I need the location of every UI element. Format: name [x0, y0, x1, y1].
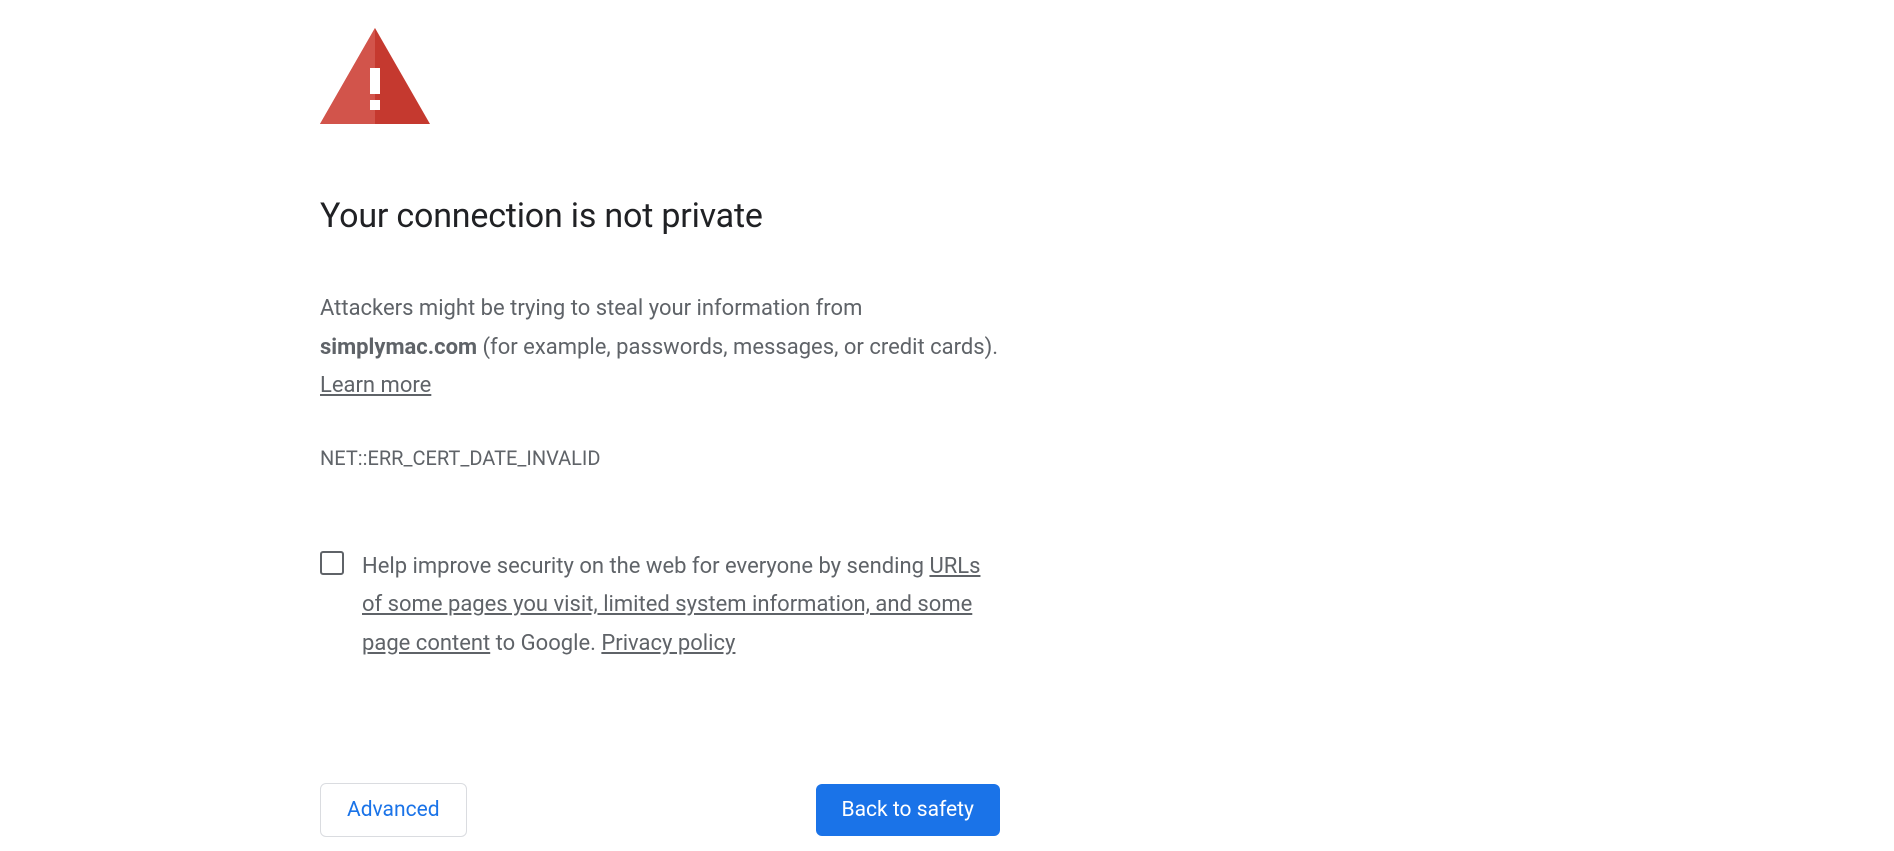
optin-mid: to Google.	[490, 631, 601, 656]
privacy-policy-link[interactable]: Privacy policy	[601, 631, 735, 656]
message-suffix: (for example, passwords, messages, or cr…	[477, 335, 998, 360]
optin-checkbox[interactable]	[320, 551, 344, 575]
optin-prefix: Help improve security on the web for eve…	[362, 554, 929, 579]
domain-name: simplymac.com	[320, 335, 477, 360]
advanced-button[interactable]: Advanced	[320, 783, 467, 837]
warning-triangle-icon	[320, 28, 430, 124]
button-row: Advanced Back to safety	[320, 783, 1000, 837]
optin-row: Help improve security on the web for eve…	[320, 548, 1000, 664]
warning-message: Attackers might be trying to steal your …	[320, 290, 1000, 406]
error-code: NET::ERR_CERT_DATE_INVALID	[320, 446, 1000, 470]
back-to-safety-button[interactable]: Back to safety	[816, 784, 1000, 836]
optin-text: Help improve security on the web for eve…	[362, 548, 1000, 664]
learn-more-link[interactable]: Learn more	[320, 373, 431, 398]
interstitial-container: Your connection is not private Attackers…	[0, 0, 1000, 837]
message-prefix: Attackers might be trying to steal your …	[320, 296, 862, 321]
page-heading: Your connection is not private	[320, 196, 1000, 236]
